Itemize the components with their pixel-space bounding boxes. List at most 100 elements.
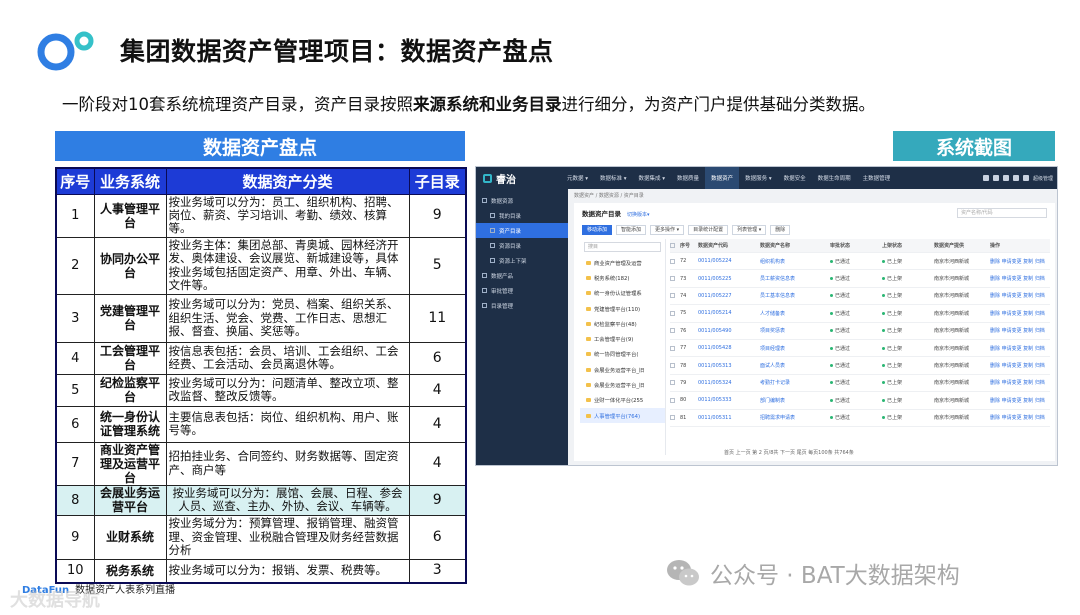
row-category: 主要信息表包括：岗位、组织机构、用户、账号等。 — [165, 405, 410, 443]
grid-cell-name[interactable]: 人才储备表 — [760, 310, 830, 317]
sidebar-item-products[interactable]: 数据产品 — [476, 268, 568, 283]
row-sub: 6 — [408, 341, 467, 375]
row-sub: 4 — [408, 373, 467, 407]
grid-cell-op[interactable]: 删除 申请变更 复制 归档 — [990, 379, 1050, 386]
grid-cell-op[interactable]: 删除 申请变更 复制 归档 — [990, 397, 1050, 404]
row-checkbox[interactable] — [670, 310, 680, 316]
grid-cell-name[interactable]: 组织机构表 — [760, 258, 830, 265]
grid-row[interactable]: 72 0011/005224 组织机构表 已通过 已上架 南京市河西新城 删除 申请变更 复… — [670, 253, 1050, 271]
sidebar-item-my-catalog[interactable]: 我的目录 — [476, 208, 568, 223]
grid-cell-op[interactable]: 删除 申请变更 复制 归档 — [990, 414, 1050, 421]
mail-icon[interactable] — [1012, 175, 1019, 181]
grid-row[interactable]: 77 0011/005428 项目经理表 已通过 已上架 南京市河西新城 删除 申请变更 复… — [670, 340, 1050, 358]
row-checkbox[interactable] — [670, 328, 680, 334]
grid-row[interactable]: 80 0011/005333 部门编制表 已通过 已上架 南京市河西新城 删除 申请变更 复… — [670, 392, 1050, 410]
grid-cell-name[interactable]: 考勤打卡记录 — [760, 379, 830, 386]
add-button[interactable]: 移动添加 — [582, 225, 613, 235]
tree-item[interactable]: 统一身份认证管理系 — [580, 286, 665, 301]
nav-item-security[interactable]: 数据安全 — [778, 167, 812, 189]
row-checkbox[interactable] — [670, 293, 680, 299]
row-checkbox[interactable] — [670, 345, 680, 351]
row-checkbox[interactable] — [670, 276, 680, 282]
grid-row[interactable]: 76 0011/005490 项目奖惩表 已通过 已上架 南京市河西新城 删除 申请变更 复… — [670, 323, 1050, 340]
select-all-checkbox[interactable] — [670, 243, 680, 248]
row-checkbox[interactable] — [670, 258, 680, 264]
grid-cell-op[interactable]: 删除 申请变更 复制 归档 — [990, 310, 1050, 317]
list-manage-button[interactable]: 列表管理 ▾ — [732, 225, 767, 235]
gear-icon[interactable] — [992, 175, 999, 181]
more-actions-button[interactable]: 更多操作 ▾ — [650, 225, 685, 235]
nav-item-integration[interactable]: 数据集成 ▾ — [633, 167, 672, 189]
nav-item-lifecycle[interactable]: 数据生命周期 — [812, 167, 857, 189]
nav-item-quality[interactable]: 数据质量 — [671, 167, 705, 189]
stats-config-button[interactable]: 目录统计配置 — [688, 225, 729, 235]
nav-item-masterdata[interactable]: 主数据管理 — [857, 167, 897, 189]
screenshot-main: 数据资产 / 数据资源 / 资产目录 数据资产目录 切换版本▾ 资产名称/代码 移… — [568, 189, 1057, 465]
grid-cell-op[interactable]: 删除 申请变更 复制 归档 — [990, 362, 1050, 369]
row-checkbox[interactable] — [670, 415, 680, 421]
grid-row[interactable]: 73 0011/005225 员工薪资信息表 已通过 已上架 南京市河西新城 删除 申请变更… — [670, 270, 1050, 288]
list-icon — [490, 228, 495, 233]
grid-cell-audit: 已通过 — [830, 258, 882, 265]
grid-cell-op[interactable]: 删除 申请变更 复制 归档 — [990, 275, 1050, 282]
sidebar-item-asset-catalog[interactable]: 资产目录 — [476, 223, 568, 238]
grid-cell-name[interactable]: 招聘需求申请表 — [760, 414, 830, 421]
version-switch[interactable]: 切换版本▾ — [627, 212, 650, 218]
row-system: 业财系统 — [93, 514, 167, 560]
tree-item[interactable]: 党建管理平台(110) — [580, 301, 665, 316]
sidebar-label: 资源上下架 — [499, 258, 527, 265]
grid-cell-name[interactable]: 面试人员表 — [760, 362, 830, 369]
row-checkbox[interactable] — [670, 363, 680, 369]
nav-item-metadata[interactable]: 元数据 ▾ — [561, 167, 594, 189]
grid-cell-op[interactable]: 删除 申请变更 复制 归档 — [990, 258, 1050, 265]
grid-cell-name[interactable]: 员工基本信息表 — [760, 292, 830, 299]
grid-row[interactable]: 79 0011/005324 考勤打卡记录 已通过 已上架 南京市河西新城 删除 申请变更 … — [670, 375, 1050, 393]
nav-item-services[interactable]: 数据服务 ▾ — [739, 167, 778, 189]
sidebar-item-catalog-mgmt[interactable]: 目录管理 — [476, 298, 568, 313]
tree-item[interactable]: 统一协同管理平台( — [580, 347, 665, 362]
nav-item-assets[interactable]: 数据资产 — [705, 167, 740, 189]
tree-item[interactable]: 工会管理平台(9) — [580, 331, 665, 346]
grid-row[interactable]: 74 0011/005227 员工基本信息表 已通过 已上架 南京市河西新城 删除 申请变更… — [670, 288, 1050, 306]
status-text: 已通过 — [835, 293, 851, 300]
smart-add-button[interactable]: 智能添加 — [616, 225, 647, 235]
monitor-icon[interactable] — [982, 175, 989, 181]
tree-item-selected[interactable]: 人事管理平台(764) — [580, 407, 665, 424]
tree-label: 税务系统(182) — [594, 275, 630, 282]
sidebar-item-shelf[interactable]: 资源上下架 — [476, 253, 568, 268]
grid-cell-src: 南京市河西新城 — [934, 397, 970, 404]
sidebar-item-resource-catalog[interactable]: 资源目录 — [476, 238, 568, 253]
grid-cell-op[interactable]: 删除 申请变更 复制 归档 — [990, 345, 1050, 352]
row-checkbox[interactable] — [670, 397, 680, 403]
status-text: 已通过 — [835, 276, 851, 283]
nav-item-standards[interactable]: 数据标准 ▾ — [594, 167, 633, 189]
tree-item[interactable]: 纪检监察平台(48) — [580, 316, 665, 331]
wechat-icon — [667, 560, 699, 586]
grid-cell-name[interactable]: 部门编制表 — [760, 397, 830, 404]
grid-cell-op[interactable]: 删除 申请变更 复制 归档 — [990, 292, 1050, 299]
tree-search-input[interactable]: 搜目 — [584, 242, 661, 252]
pagination[interactable]: 首页 上一页 第 2 页/8共 下一页 尾页 每页100条 共764条 — [724, 449, 854, 456]
grid-cell-op[interactable]: 删除 申请变更 复制 归档 — [990, 327, 1050, 334]
tree-item[interactable]: 税务系统(182) — [580, 270, 665, 285]
sidebar-item-approval[interactable]: 审批管理 — [476, 283, 568, 298]
tree-item[interactable]: 业财一体化平台(255 — [580, 393, 665, 408]
grid-cell-name[interactable]: 项目奖惩表 — [760, 327, 830, 334]
grid-cell-name[interactable]: 项目经理表 — [760, 345, 830, 352]
tree-item[interactable]: 商业资产管理及运营 — [580, 255, 665, 270]
bell-icon[interactable] — [1002, 175, 1009, 181]
grid-row[interactable]: 75 0011/005214 人才储备表 已通过 已上架 南京市河西新城 删除 申请变更 复… — [670, 305, 1050, 323]
grid-cell-no: 74 — [680, 292, 687, 299]
row-category: 按业务域可以分为：党员、档案、组织关系、组织生活、党会、党费、工作日志、思想汇报… — [165, 293, 410, 343]
row-checkbox[interactable] — [670, 380, 680, 386]
user-icon[interactable] — [1022, 175, 1029, 181]
delete-button[interactable]: 删除 — [770, 225, 791, 235]
tree-item[interactable]: 会展业务运营平台_旧 — [580, 362, 665, 377]
grid-row[interactable]: 78 0011/005313 面试人员表 已通过 已上架 南京市河西新城 删除 申请变更 复… — [670, 357, 1050, 375]
user-name[interactable]: 超级管理 — [1033, 175, 1053, 182]
tree-item[interactable]: 会展业务运营平台_旧 — [580, 377, 665, 392]
asset-search-input[interactable]: 资产名称/代码 — [957, 208, 1047, 218]
grid-cell-name[interactable]: 员工薪资信息表 — [760, 275, 830, 282]
grid-row[interactable]: 81 0011/005311 招聘需求申请表 已通过 已上架 南京市河西新城 删除 申请变更… — [670, 410, 1050, 427]
sidebar-item-resources[interactable]: 数据资源 — [476, 193, 568, 208]
